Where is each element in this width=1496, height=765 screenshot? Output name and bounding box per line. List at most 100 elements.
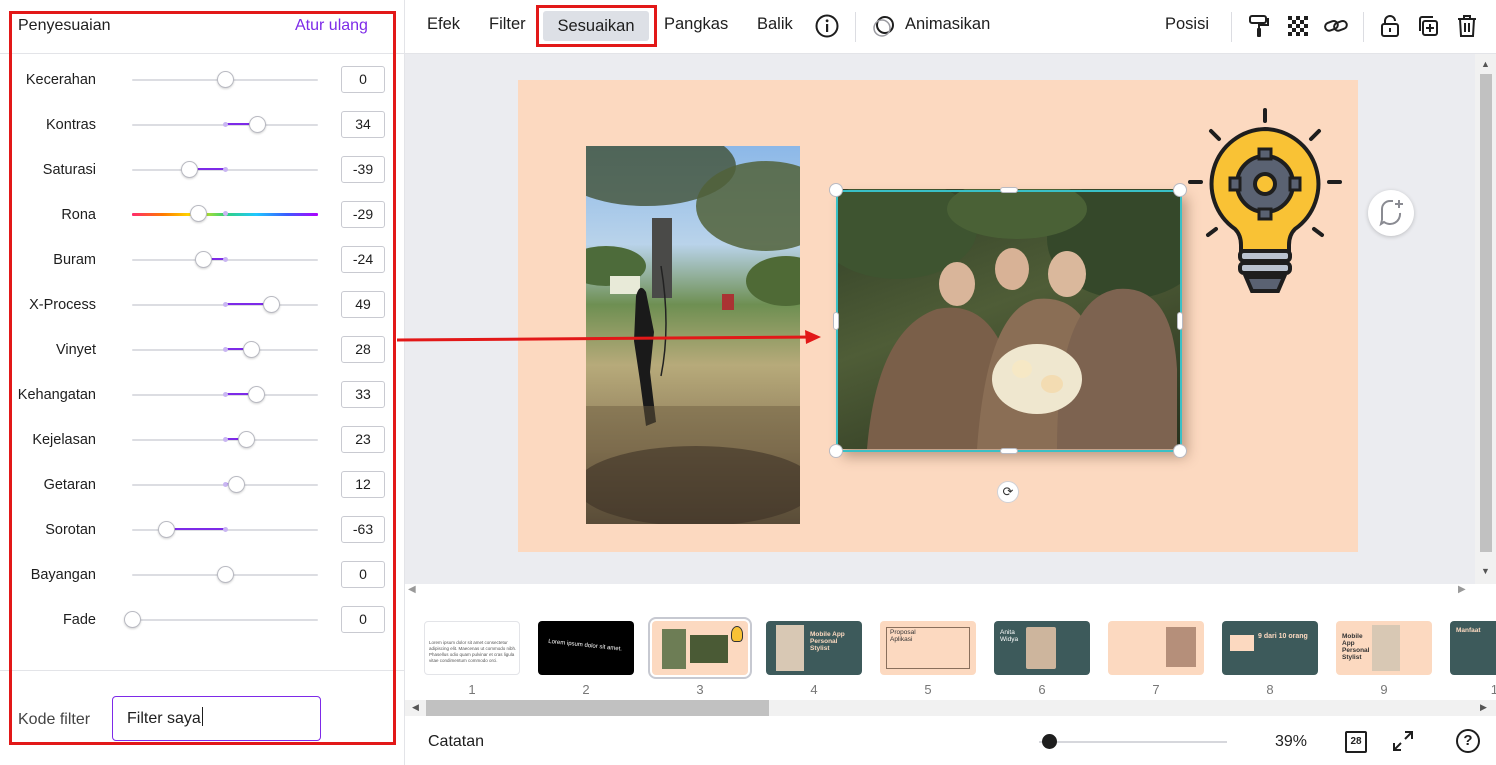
position-button[interactable]: Posisi [1165, 15, 1209, 34]
adjustment-value-input[interactable]: 34 [341, 111, 385, 138]
adjustment-value-input[interactable]: 0 [341, 561, 385, 588]
adjustment-value-input[interactable]: 33 [341, 381, 385, 408]
reset-button[interactable]: Atur ulang [295, 17, 368, 35]
slider-thumb[interactable] [217, 71, 234, 88]
page-number: 2 [582, 682, 590, 697]
adjustment-value-input[interactable]: 12 [341, 471, 385, 498]
zoom-slider[interactable] [1039, 741, 1227, 743]
lightbulb-gear-icon[interactable] [1186, 105, 1344, 300]
workspace-scroll-right[interactable]: ▶ [1458, 584, 1466, 595]
adjustment-slider[interactable] [132, 161, 318, 178]
notes-button[interactable]: Catatan [428, 733, 484, 751]
scroll-down-arrow[interactable]: ▼ [1481, 566, 1490, 576]
adjustment-value-input[interactable]: -39 [341, 156, 385, 183]
page-thumbnail[interactable]: Lorem ipsum dolor sit amet. [538, 621, 634, 675]
adjustment-slider[interactable] [132, 116, 318, 133]
slider-thumb[interactable] [248, 116, 266, 133]
paint-roller-icon[interactable] [1246, 13, 1272, 39]
link-icon[interactable] [1323, 13, 1349, 39]
scroll-right-arrow[interactable]: ▶ [1480, 702, 1487, 713]
adjustment-value-input[interactable]: 23 [341, 426, 385, 453]
animate-button[interactable]: Animasikan [905, 15, 990, 34]
crop-button[interactable]: Pangkas [664, 15, 728, 34]
slider-thumb[interactable] [190, 205, 208, 222]
adjustment-slider[interactable] [132, 431, 318, 448]
zoom-level[interactable]: 39% [1275, 733, 1307, 751]
info-icon[interactable] [814, 13, 840, 39]
adjustment-slider[interactable] [132, 296, 318, 313]
slider-thumb[interactable] [228, 476, 246, 493]
resize-handle-top-left[interactable] [829, 183, 843, 197]
slider-thumb[interactable] [238, 431, 256, 448]
slider-thumb[interactable] [247, 386, 265, 403]
slider-thumb[interactable] [158, 521, 176, 538]
archer-photo[interactable] [586, 146, 800, 524]
slide-page[interactable]: ⟳ [518, 80, 1358, 552]
slider-thumb[interactable] [180, 161, 198, 178]
adjustment-value-input[interactable]: -29 [341, 201, 385, 228]
resize-handle-right[interactable] [1177, 312, 1183, 330]
adjustment-slider[interactable] [124, 611, 318, 628]
adjustment-slider[interactable] [132, 521, 318, 538]
page-thumbnail[interactable]: Mobile App Personal Stylist [766, 621, 862, 675]
page-thumbnail[interactable]: Proposal Aplikasi [880, 621, 976, 675]
adjustment-value-input[interactable]: -63 [341, 516, 385, 543]
effects-button[interactable]: Efek [427, 15, 460, 34]
zoom-slider-thumb[interactable] [1042, 734, 1057, 749]
adjustment-slider[interactable] [132, 476, 318, 493]
page-thumbnail[interactable]: Mobile App Personal Stylist [1336, 621, 1432, 675]
adjustment-slider[interactable] [132, 71, 318, 88]
transparency-icon[interactable] [1285, 13, 1311, 39]
page-thumbnails: Lorem ipsum dolor sit amet consectetur a… [405, 600, 1496, 702]
adjustment-slider[interactable] [132, 205, 318, 222]
scroll-left-arrow[interactable]: ◀ [412, 702, 419, 713]
page-number: 8 [1266, 682, 1274, 697]
lock-icon[interactable] [1377, 13, 1403, 39]
filter-button[interactable]: Filter [489, 15, 526, 34]
adjustment-slider[interactable] [132, 386, 318, 403]
page-thumbnail[interactable]: Lorem ipsum dolor sit amet consectetur a… [424, 621, 520, 675]
resize-handle-bottom-right[interactable] [1173, 444, 1187, 458]
flip-button[interactable]: Balik [757, 15, 793, 34]
resize-handle-bottom[interactable] [1000, 448, 1018, 454]
adjustment-value-input[interactable]: 28 [341, 336, 385, 363]
resize-handle-top[interactable] [1000, 187, 1018, 193]
adjustment-value-input[interactable]: 49 [341, 291, 385, 318]
fullscreen-icon[interactable] [1391, 729, 1415, 753]
page-thumbnail[interactable] [648, 617, 752, 679]
resize-handle-bottom-left[interactable] [829, 444, 843, 458]
duplicate-icon[interactable] [1415, 13, 1441, 39]
slider-thumb[interactable] [194, 251, 212, 268]
horizontal-scrollbar[interactable]: ◀ ▶ [405, 700, 1496, 716]
adjust-button[interactable]: Sesuaikan [543, 11, 649, 41]
slider-thumb[interactable] [243, 341, 261, 358]
slider-thumb[interactable] [262, 296, 280, 313]
workspace-scroll-left[interactable]: ◀ [408, 584, 416, 595]
horizontal-scroll-thumb[interactable] [426, 700, 769, 716]
vertical-scrollbar[interactable]: ▲ ▼ [1475, 54, 1496, 584]
page-thumbnail[interactable]: Manfaat [1450, 621, 1496, 675]
page-thumbnail[interactable] [1108, 621, 1204, 675]
help-icon[interactable]: ? [1456, 729, 1480, 753]
adjustment-value-input[interactable]: -24 [341, 246, 385, 273]
scroll-up-arrow[interactable]: ▲ [1481, 59, 1490, 69]
slider-thumb[interactable] [124, 611, 141, 628]
adjustment-slider[interactable] [132, 566, 318, 583]
page-thumbnail[interactable]: Anita Widya [994, 621, 1090, 675]
page-count-button[interactable]: 28 [1345, 731, 1367, 753]
adjustment-slider[interactable] [132, 251, 318, 268]
adjustment-slider[interactable] [132, 341, 318, 358]
animate-icon[interactable] [871, 13, 897, 39]
filter-code-input[interactable]: Filter saya [112, 696, 321, 741]
add-comment-button[interactable] [1368, 190, 1414, 236]
trash-icon[interactable] [1454, 13, 1480, 39]
page-thumbnail[interactable]: 9 dari 10 orang [1222, 621, 1318, 675]
adjustment-value-input[interactable]: 0 [341, 66, 385, 93]
resize-handle-left[interactable] [833, 312, 839, 330]
adjustment-value-input[interactable]: 0 [341, 606, 385, 633]
resize-handle-top-right[interactable] [1173, 183, 1187, 197]
rotate-handle[interactable]: ⟳ [997, 481, 1019, 503]
group-photo[interactable] [837, 189, 1181, 449]
slider-thumb[interactable] [217, 566, 234, 583]
vertical-scroll-thumb[interactable] [1480, 74, 1492, 552]
